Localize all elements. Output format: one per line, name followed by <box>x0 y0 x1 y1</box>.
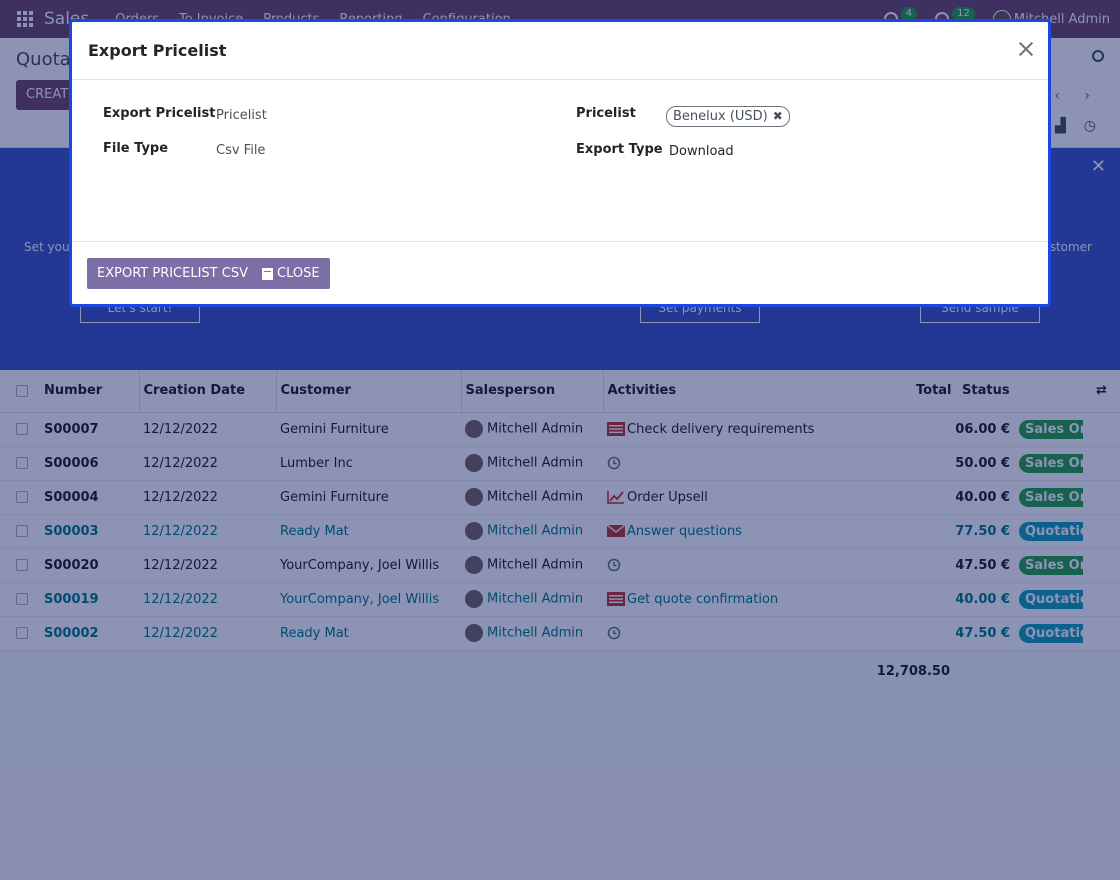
export-type-field[interactable]: Download <box>669 144 734 159</box>
modal-header: Export Pricelist <box>72 22 1048 80</box>
pricelist-tag-label: Benelux (USD) <box>673 109 768 124</box>
export-pricelist-csv-button[interactable]: EXPORT PRICELIST CSV <box>87 258 258 289</box>
close-button[interactable]: CLOSE <box>252 258 330 289</box>
export-pricelist-dialog: Export Pricelist Export Pricelist Pricel… <box>69 19 1051 307</box>
file-type-label: File Type <box>103 141 169 156</box>
close-button-label: CLOSE <box>277 266 320 281</box>
modal-title: Export Pricelist <box>88 41 227 60</box>
tag-remove-icon[interactable]: ✖ <box>773 107 783 126</box>
modal-body: Export Pricelist Pricelist File Type Csv… <box>72 80 1048 242</box>
archive-icon <box>262 267 273 280</box>
pricelist-label: Pricelist <box>576 106 636 121</box>
close-icon[interactable] <box>1018 41 1034 57</box>
export-pricelist-field[interactable]: Pricelist <box>216 108 267 123</box>
modal-footer: EXPORT PRICELIST CSV CLOSE <box>72 242 1048 307</box>
pricelist-tag: Benelux (USD) ✖ <box>666 106 790 127</box>
export-type-label: Export Type <box>576 142 663 157</box>
file-type-field[interactable]: Csv File <box>216 143 265 158</box>
export-pricelist-label: Export Pricelist <box>103 106 216 121</box>
